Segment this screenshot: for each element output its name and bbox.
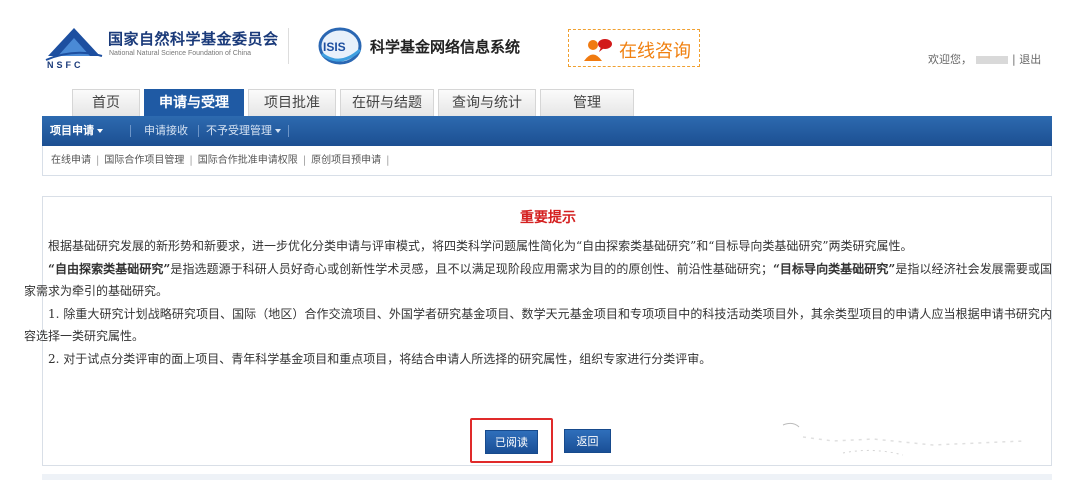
logout-separator: | [1012,53,1016,66]
redaction-scribble [782,422,1024,456]
logout-link[interactable]: 退出 [1019,53,1041,66]
link-intl-approval-permission[interactable]: 国际合作批准申请权限 [198,155,298,166]
read-button-highlight: 已阅读 [470,418,553,463]
welcome-area: 欢迎您， | 退出 [928,51,1041,67]
notice-paragraph-2: “自由探索类基础研究”是指选题源于科研人员好奇心或创新性学术灵感，且不以满足现阶… [24,258,1052,303]
tab-query-statistics[interactable]: 查询与统计 [438,89,536,116]
tab-home[interactable]: 首页 [72,89,140,116]
welcome-text: 欢迎您， [928,53,972,66]
function-links-bar: 在线申请 | 国际合作项目管理 | 国际合作批准申请权限 | 原创项目预申请 | [42,146,1052,176]
link-separator: | [189,155,193,166]
footer-bar [42,474,1052,480]
isis-logo-icon: ISIS [318,27,362,65]
read-button[interactable]: 已阅读 [485,430,538,454]
subnav-divider [130,125,131,137]
link-separator: | [386,155,390,166]
notice-title: 重要提示 [520,210,576,226]
site-header: NSFC 国家自然科学基金委员会 National Natural Scienc… [0,0,1071,80]
link-separator: | [302,155,307,166]
header-divider [288,28,289,64]
tab-apply-accept[interactable]: 申请与受理 [144,89,244,116]
notice-term-free-exploration-desc: 是指选题源于科研人员好奇心或创新性学术灵感，且不以满足现阶段应用需求为目的的原创… [170,261,773,276]
notice-paragraph-1: 根据基础研究发展的新形势和新要求，进一步优化分类申请与评审模式，将四类科学问题属… [48,239,913,253]
notice-term-goal-oriented: “目标导向类基础研究” [772,261,896,276]
tab-project-approval[interactable]: 项目批准 [248,89,336,116]
tab-management[interactable]: 管理 [540,89,634,116]
org-name-en: National Natural Science Foundation of C… [109,50,252,57]
subnav-apply-receive[interactable]: 申请接收 [144,116,188,146]
function-links: 在线申请 | 国际合作项目管理 | 国际合作批准申请权限 | 原创项目预申请 | [51,146,395,175]
subnav-rejection-manage-label: 不予受理管理 [206,124,272,137]
notice-term-free-exploration: “自由探索类基础研究” [48,261,171,276]
back-button[interactable]: 返回 [564,429,611,453]
subnav-rejection-manage[interactable]: 不予受理管理 [206,116,281,146]
online-consult-button[interactable]: 在线咨询 [568,29,700,67]
isis-logo-text: ISIS [323,40,346,54]
subnav-project-apply-label: 项目申请 [50,124,94,137]
subnav-divider [288,125,289,137]
link-original-preapply[interactable]: 原创项目预申请 [311,155,381,166]
nsfc-logo-icon: NSFC [45,28,103,70]
link-separator: | [96,155,100,166]
system-name: 科学基金网络信息系统 [370,38,521,56]
username-redacted [976,56,1008,64]
tab-research-completion[interactable]: 在研与结题 [340,89,434,116]
notice-body: 根据基础研究发展的新形势和新要求，进一步优化分类申请与评审模式，将四类科学问题属… [24,235,1052,370]
subnav-project-apply[interactable]: 项目申请 [50,116,103,146]
subnav-divider [198,125,199,137]
consult-person-icon [584,39,612,61]
notice-paragraph-3: 1. 除重大研究计划战略研究项目、国际（地区）合作交流项目、外国学者研究基金项目… [24,306,1052,344]
important-notice-panel: 重要提示 根据基础研究发展的新形势和新要求，进一步优化分类申请与评审模式，将四类… [24,196,1052,466]
link-online-apply[interactable]: 在线申请 [51,155,91,166]
chevron-down-icon [275,129,281,133]
chevron-down-icon [97,129,103,133]
consult-label: 在线咨询 [619,41,691,62]
logo-letters: NSFC [47,60,84,70]
org-name-cn: 国家自然科学基金委员会 [108,30,279,48]
sub-nav-bar: 项目申请 申请接收 不予受理管理 [42,116,1052,146]
notice-paragraph-4: 2. 对于试点分类评审的面上项目、青年科学基金项目和重点项目，将结合申请人所选择… [48,351,712,366]
link-intl-project-manage[interactable]: 国际合作项目管理 [104,155,184,166]
